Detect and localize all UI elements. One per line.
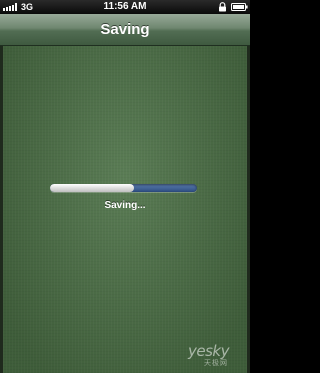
progress-bar-fill [50, 184, 134, 192]
progress-label: Saving... [104, 200, 146, 211]
watermark-logo: yesky 天极网 [188, 342, 244, 368]
navigation-bar: Saving [0, 14, 250, 46]
status-bar: 3G 11:56 AM [0, 0, 250, 14]
progress-bar [50, 184, 197, 192]
battery-icon [231, 3, 248, 11]
watermark-subtext: 天极网 [204, 360, 228, 367]
status-time: 11:56 AM [103, 1, 147, 12]
lock-icon [219, 2, 226, 12]
page-title: Saving [100, 21, 150, 38]
